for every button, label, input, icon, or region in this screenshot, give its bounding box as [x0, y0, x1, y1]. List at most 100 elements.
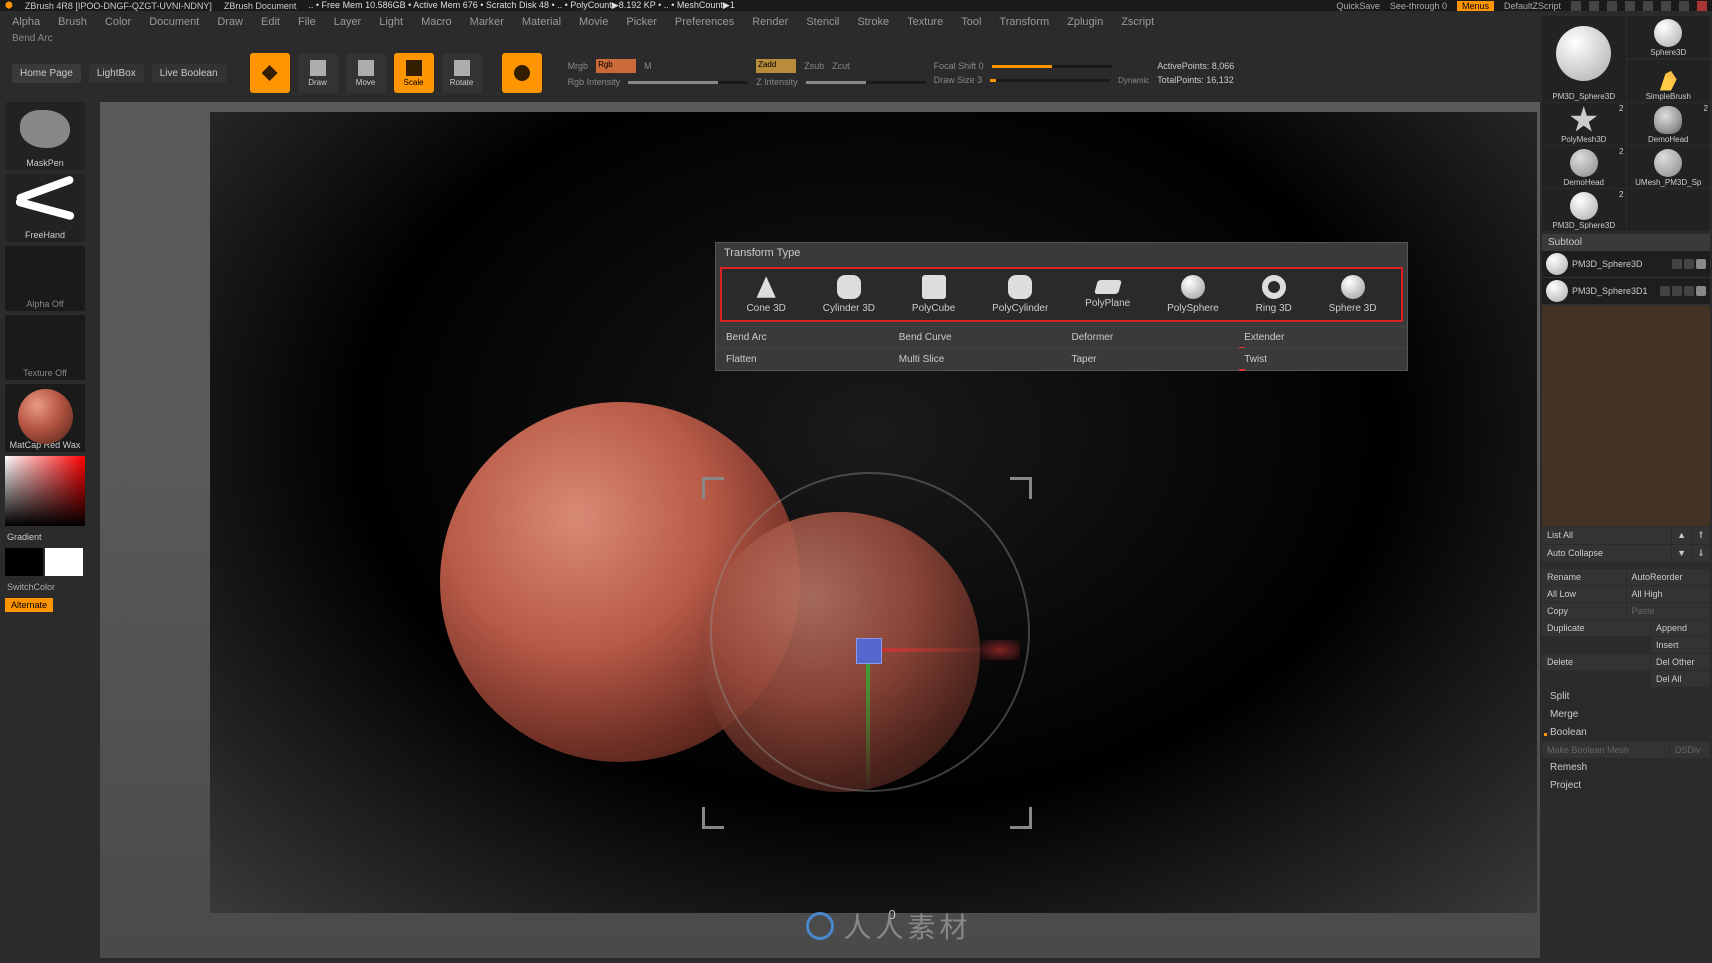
subtool-row-0[interactable]: PM3D_Sphere3D — [1542, 251, 1710, 278]
swatch-black[interactable] — [5, 548, 43, 576]
menu-zscript[interactable]: Zscript — [1121, 16, 1154, 28]
def-multislice[interactable]: Multi Slice — [889, 348, 1062, 370]
subtool-scrollbar[interactable] — [1542, 306, 1710, 526]
menu-transform[interactable]: Transform — [999, 16, 1049, 28]
menu-texture[interactable]: Texture — [907, 16, 943, 28]
rgb-swatch[interactable]: Rgb — [596, 59, 636, 73]
st-icon-1[interactable] — [1672, 259, 1682, 269]
mrgb-label[interactable]: Mrgb — [568, 61, 589, 71]
menu-zplugin[interactable]: Zplugin — [1067, 16, 1103, 28]
eye-icon[interactable] — [1696, 286, 1706, 296]
zadd-swatch[interactable]: Zadd — [756, 59, 796, 73]
win-btn-close[interactable] — [1697, 1, 1707, 11]
win-btn-7[interactable] — [1679, 1, 1689, 11]
tool-pm3d-sphere[interactable]: PM3D_Sphere3D — [1542, 16, 1626, 102]
scale-button[interactable]: Scale — [394, 53, 434, 93]
remesh-accordion[interactable]: Remesh — [1542, 759, 1710, 776]
zcut-label[interactable]: Zcut — [832, 61, 850, 71]
win-btn-2[interactable] — [1589, 1, 1599, 11]
menu-file[interactable]: File — [298, 16, 316, 28]
duplicate-button[interactable]: Duplicate — [1542, 620, 1650, 636]
zsub-label[interactable]: Zsub — [804, 61, 824, 71]
win-btn-3[interactable] — [1607, 1, 1617, 11]
shape-sphere3d[interactable]: Sphere 3D — [1329, 275, 1377, 314]
delother-button[interactable]: Del Other — [1651, 654, 1710, 670]
m-label[interactable]: M — [644, 61, 652, 71]
gizmo-ring[interactable] — [710, 472, 1030, 792]
down-arrow-button[interactable]: ▼ — [1672, 545, 1691, 562]
merge-accordion[interactable]: Merge — [1542, 706, 1710, 723]
tool-demohead2[interactable]: 2DemoHead — [1542, 146, 1626, 188]
gizmo-y-axis[interactable] — [866, 652, 870, 792]
tool-empty[interactable] — [1627, 189, 1711, 231]
def-extender[interactable]: Extender — [1234, 326, 1407, 348]
move-button[interactable]: Move — [346, 53, 386, 93]
win-btn-5[interactable] — [1643, 1, 1653, 11]
tool-sphere3d[interactable]: Sphere3D — [1627, 16, 1711, 58]
material-thumbnail[interactable]: MatCap Red Wax — [5, 384, 85, 452]
eye-icon[interactable] — [1696, 259, 1706, 269]
menu-macro[interactable]: Macro — [421, 16, 452, 28]
subtool-row-1[interactable]: PM3D_Sphere3D1 — [1542, 278, 1710, 305]
win-btn-6[interactable] — [1661, 1, 1671, 11]
project-accordion[interactable]: Project — [1542, 777, 1710, 794]
def-bendcurve[interactable]: Bend Curve — [889, 326, 1062, 348]
st-icon-2[interactable] — [1684, 259, 1694, 269]
def-bendarc[interactable]: Bend Arc — [716, 326, 889, 348]
gizmo-x-axis[interactable] — [870, 648, 990, 652]
menu-draw[interactable]: Draw — [217, 16, 243, 28]
menu-render[interactable]: Render — [752, 16, 788, 28]
edit-button[interactable] — [250, 53, 290, 93]
tool-simplebrush[interactable]: SimpleBrush — [1627, 60, 1711, 102]
menu-light[interactable]: Light — [379, 16, 403, 28]
shape-polyplane[interactable]: PolyPlane — [1085, 275, 1130, 314]
win-btn-4[interactable] — [1625, 1, 1635, 11]
listall-button[interactable]: List All — [1542, 527, 1671, 544]
shape-polycube[interactable]: PolyCube — [912, 275, 955, 314]
brush-thumbnail[interactable]: MaskPen — [5, 102, 85, 170]
boolean-accordion[interactable]: Boolean — [1542, 724, 1710, 741]
makebool-button[interactable]: Make Boolean Mesh — [1542, 742, 1669, 758]
def-deformer[interactable]: Deformer — [1062, 326, 1235, 348]
switch-color-button[interactable]: SwitchColor — [5, 580, 90, 594]
autocollapse-button[interactable]: Auto Collapse — [1542, 545, 1671, 562]
seethrough-slider[interactable]: See-through 0 — [1390, 1, 1447, 11]
swatch-white[interactable] — [45, 548, 83, 576]
rgb-intensity-slider[interactable] — [628, 81, 748, 84]
dynamic-label[interactable]: Dynamic — [1118, 76, 1149, 85]
live-boolean-button[interactable]: Live Boolean — [152, 64, 226, 83]
stroke-thumbnail[interactable]: FreeHand — [5, 174, 85, 242]
paste-button[interactable]: Paste — [1627, 603, 1711, 619]
alpha-slot[interactable]: Alpha Off — [5, 246, 85, 311]
menu-preferences[interactable]: Preferences — [675, 16, 734, 28]
menu-material[interactable]: Material — [522, 16, 561, 28]
lightbox-button[interactable]: LightBox — [89, 64, 144, 83]
menu-picker[interactable]: Picker — [626, 16, 657, 28]
insert-button[interactable]: Insert — [1651, 637, 1710, 653]
gradient-label[interactable]: Gradient — [5, 530, 90, 544]
quicksave-button[interactable]: QuickSave — [1336, 1, 1380, 11]
menu-color[interactable]: Color — [105, 16, 131, 28]
menu-edit[interactable]: Edit — [261, 16, 280, 28]
texture-slot[interactable]: Texture Off — [5, 315, 85, 380]
delall-button[interactable]: Del All — [1651, 671, 1710, 687]
shape-cone3d[interactable]: Cone 3D — [746, 275, 785, 314]
allhigh-button[interactable]: All High — [1627, 586, 1711, 602]
subtool-header[interactable]: Subtool — [1542, 234, 1710, 251]
shape-ring3d[interactable]: Ring 3D — [1256, 275, 1292, 314]
home-page-button[interactable]: Home Page — [12, 64, 81, 83]
shape-polycylinder[interactable]: PolyCylinder — [992, 275, 1048, 314]
menu-brush[interactable]: Brush — [58, 16, 87, 28]
autoreorder-button[interactable]: AutoReorder — [1627, 569, 1711, 585]
def-twist[interactable]: Twist — [1234, 348, 1407, 370]
win-btn-1[interactable] — [1571, 1, 1581, 11]
viewport[interactable]: 0 人人素材 Transform Type Cone 3D Cylinder 3… — [100, 102, 1677, 958]
st-icon-3[interactable] — [1684, 286, 1694, 296]
gizmo-button[interactable] — [502, 53, 542, 93]
menu-tool[interactable]: Tool — [961, 16, 981, 28]
menu-stencil[interactable]: Stencil — [806, 16, 839, 28]
alternate-button[interactable]: Alternate — [5, 598, 53, 612]
shape-polysphere[interactable]: PolySphere — [1167, 275, 1219, 314]
menu-stroke[interactable]: Stroke — [857, 16, 889, 28]
copy-button[interactable]: Copy — [1542, 603, 1626, 619]
